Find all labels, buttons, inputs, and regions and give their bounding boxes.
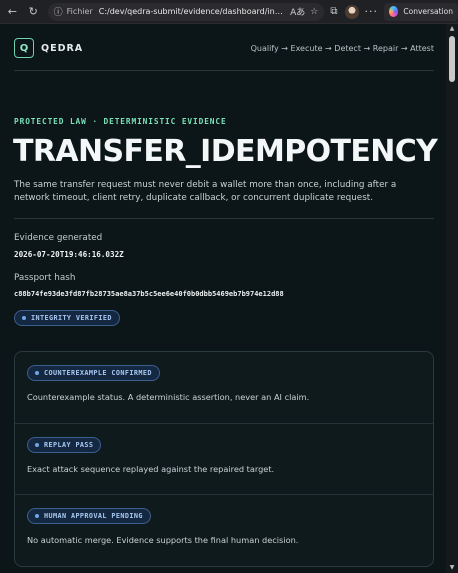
passport-hash-value: c88b74fe93de3fd87fb28735ae8a37b5c5ee6e40…: [14, 290, 284, 298]
human-approval-badge-label: HUMAN APPROVAL PENDING: [44, 512, 143, 520]
human-approval-text: No automatic merge. Evidence supports th…: [27, 535, 299, 545]
status-dot-icon: [35, 514, 39, 518]
status-section-human-approval: HUMAN APPROVAL PENDING No automatic merg…: [15, 495, 433, 565]
reload-icon[interactable]: ↻: [25, 3, 42, 21]
qedra-logo[interactable]: Q: [14, 38, 34, 58]
workflow-steps: Qualify → Execute → Detect → Repair → At…: [250, 43, 434, 53]
counterexample-badge-label: COUNTEREXAMPLE CONFIRMED: [44, 369, 152, 377]
favorite-star-icon[interactable]: ☆: [310, 7, 318, 17]
human-approval-badge: HUMAN APPROVAL PENDING: [27, 508, 151, 524]
profile-avatar[interactable]: [345, 4, 359, 19]
evidence-generated-value: 2026-07-20T19:46:16.032Z: [14, 250, 124, 259]
copilot-icon: [389, 6, 399, 17]
conversation-label: Conversation: [403, 7, 453, 16]
more-menu-icon[interactable]: ···: [365, 5, 379, 18]
top-bar: Q QEDRA Qualify → Execute → Detect → Rep…: [14, 38, 434, 58]
scrollbar-thumb[interactable]: [449, 36, 455, 82]
status-section-replay: REPLAY PASS Exact attack sequence replay…: [15, 424, 433, 494]
address-bar[interactable]: ⓘ Fichier C:/dev/qedra-submit/evidence/d…: [47, 2, 325, 21]
hero-divider: [14, 218, 434, 219]
conversation-button[interactable]: Conversation: [384, 2, 458, 21]
integrity-badge-label: INTEGRITY VERIFIED: [31, 314, 112, 322]
replay-badge-label: REPLAY PASS: [44, 441, 94, 449]
status-card: COUNTEREXAMPLE CONFIRMED Counterexample …: [14, 351, 434, 567]
status-section-counterexample: COUNTEREXAMPLE CONFIRMED Counterexample …: [15, 352, 433, 422]
counterexample-badge: COUNTEREXAMPLE CONFIRMED: [27, 365, 160, 381]
law-description: The same transfer request must never deb…: [14, 180, 397, 203]
status-dot-icon: [35, 443, 39, 447]
back-arrow-icon[interactable]: ←: [4, 3, 21, 21]
address-scheme: Fichier: [66, 7, 93, 16]
replay-pass-badge: REPLAY PASS: [27, 437, 102, 453]
integrity-verified-badge: INTEGRITY VERIFIED: [14, 310, 120, 326]
header-divider: [14, 70, 434, 71]
counterexample-text: Counterexample status. A deterministic a…: [27, 392, 310, 402]
status-dot-icon: [22, 316, 26, 320]
page-scrollbar[interactable]: ▲ ▼: [446, 24, 458, 573]
address-url[interactable]: C:/dev/qedra-submit/evidence/dashboard/i…: [99, 7, 285, 16]
read-aloud-icon[interactable]: Aあ: [290, 5, 305, 18]
page-content: Q QEDRA Qualify → Execute → Detect → Rep…: [0, 24, 446, 573]
scroll-up-icon[interactable]: ▲: [448, 25, 456, 33]
status-dot-icon: [35, 371, 39, 375]
extensions-icon[interactable]: ⧉: [330, 6, 337, 17]
passport-hash-label: Passport hash: [14, 273, 76, 283]
info-icon[interactable]: ⓘ: [54, 5, 63, 18]
evidence-generated-label: Evidence generated: [14, 233, 103, 243]
brand-name: QEDRA: [41, 42, 84, 54]
eyebrow-label: PROTECTED LAW · DETERMINISTIC EVIDENCE: [14, 117, 227, 126]
browser-toolbar: ← ↻ ⓘ Fichier C:/dev/qedra-submit/eviden…: [0, 0, 458, 24]
page-title: TRANSFER_IDEMPOTENCY: [13, 134, 438, 169]
scroll-down-icon[interactable]: ▼: [448, 564, 456, 572]
replay-text: Exact attack sequence replayed against t…: [27, 464, 275, 474]
